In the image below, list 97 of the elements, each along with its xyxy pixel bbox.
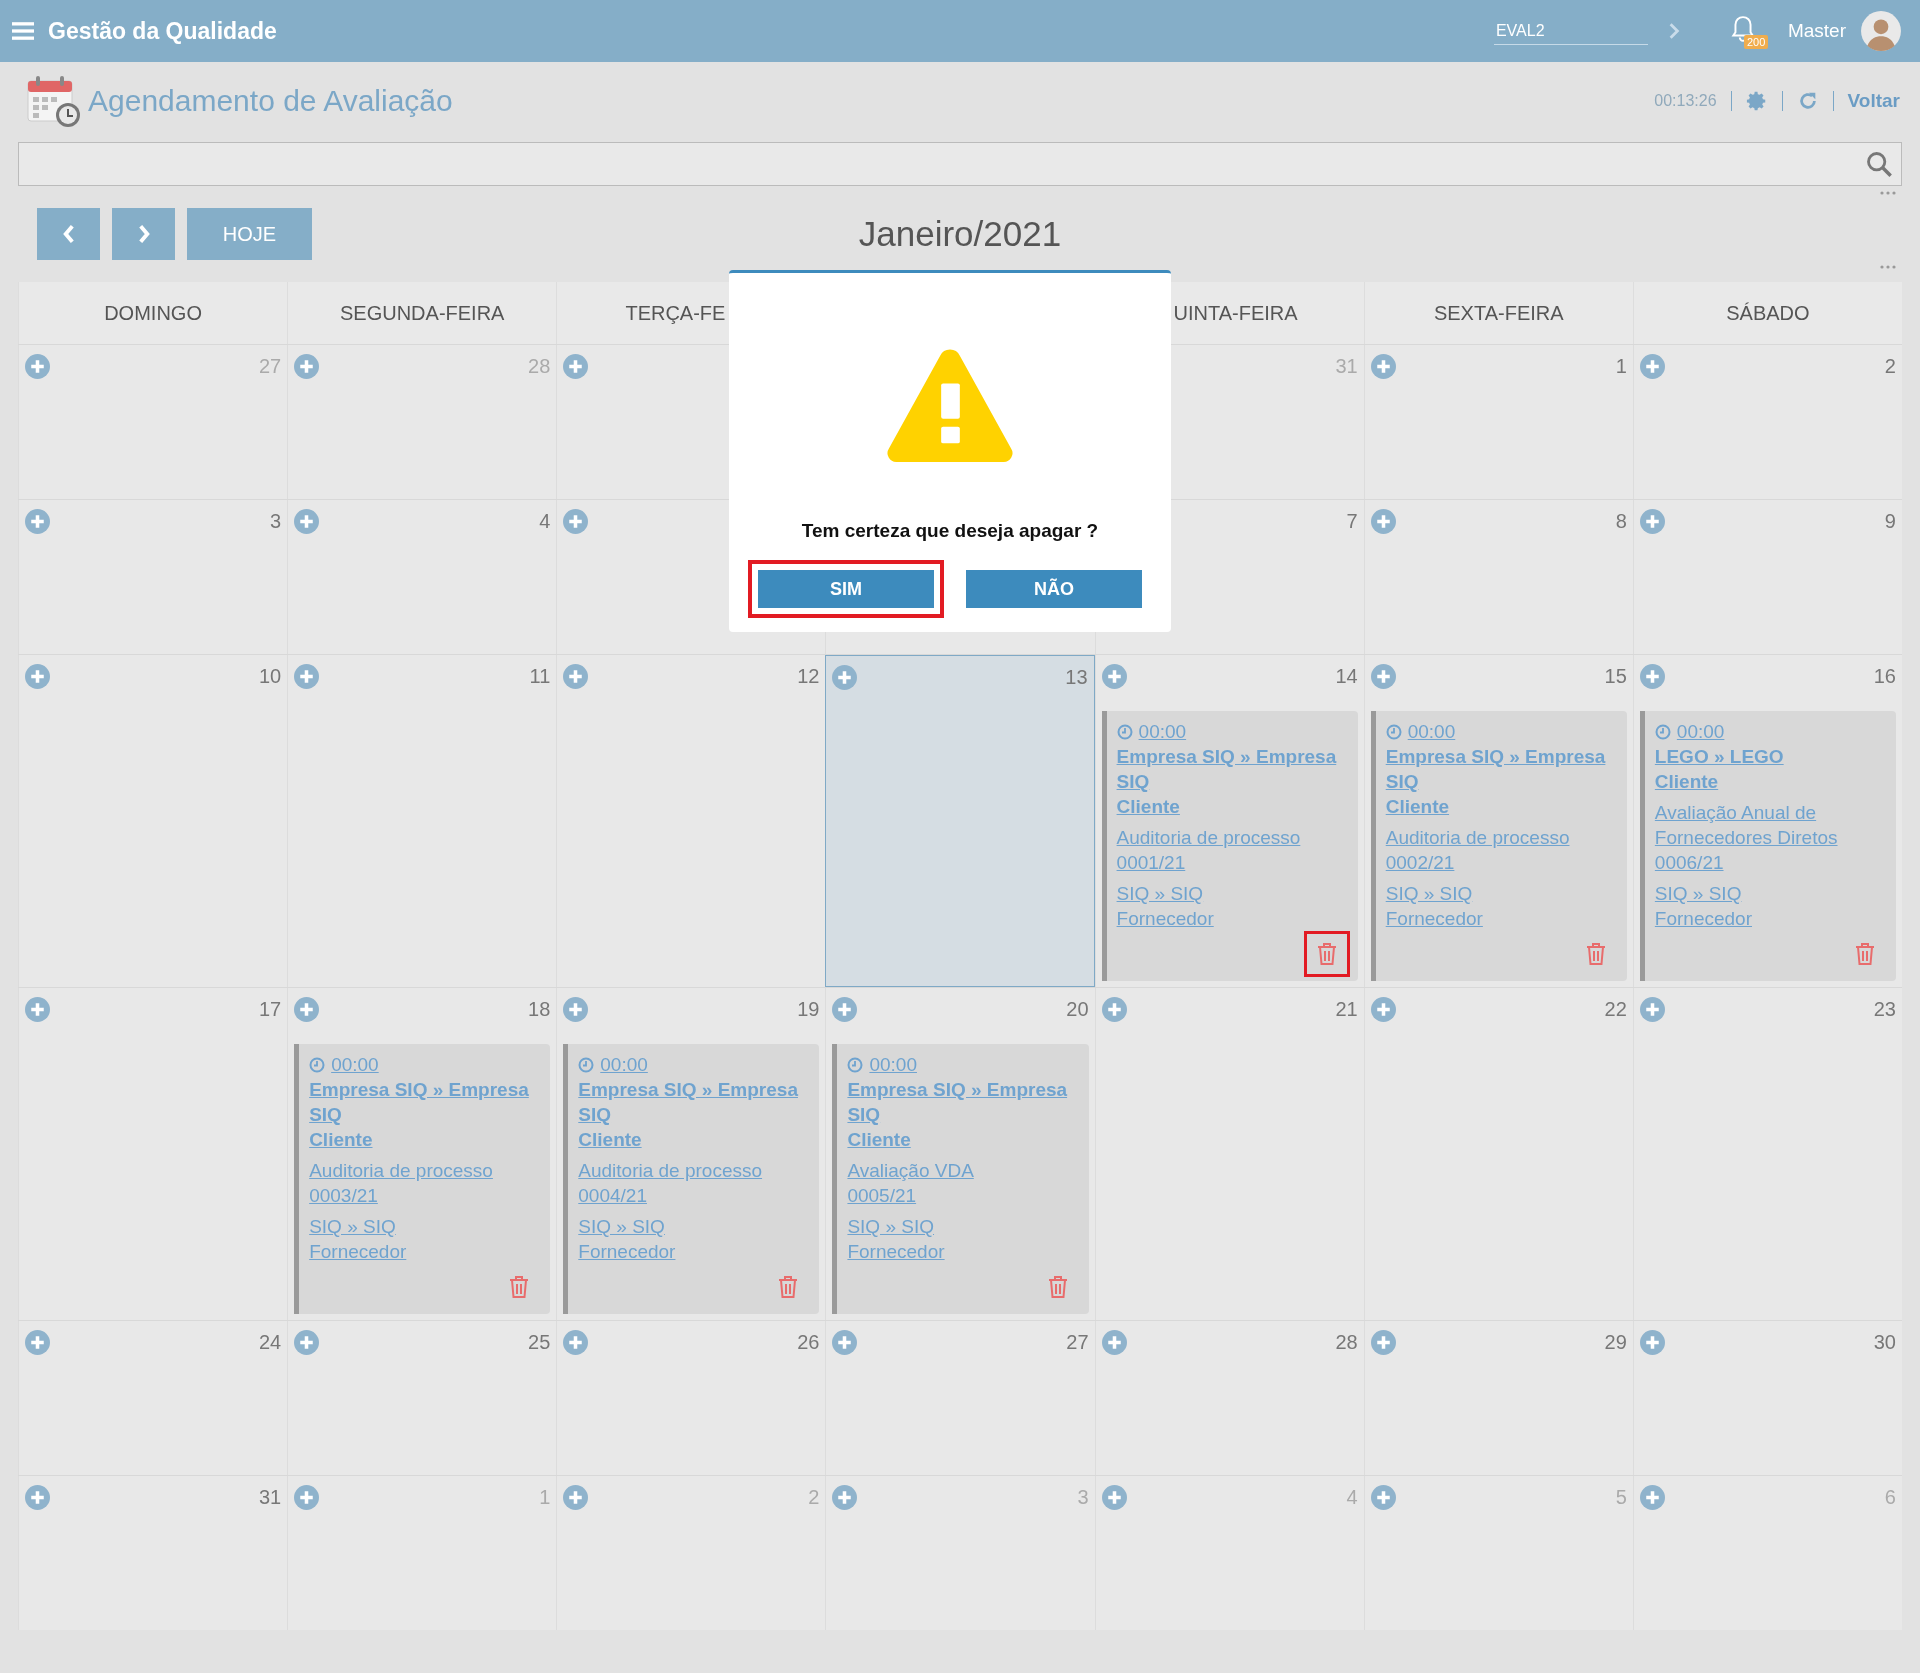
evaluation-code-link[interactable]: 0006/21 [1654,850,1888,875]
day-number: 14 [1335,664,1358,688]
day-number: 27 [1066,1330,1089,1354]
evaluation-link[interactable]: Avaliação VDA [847,1158,1081,1183]
weekday-header: SEXTA-FEIRA [1433,301,1564,325]
supplier-link[interactable]: SIQ » SIQ [1385,881,1619,906]
weekday-header: SEGUNDA-FEIRA [339,301,505,325]
day-number: 29 [1604,1330,1627,1354]
day-number: 1 [539,1485,551,1509]
day-number: 23 [1873,997,1896,1021]
app-title: Gestão da Qualidade [48,17,277,45]
company-type-link[interactable]: Cliente [1116,794,1350,819]
confirm-button[interactable]: SIM [748,560,944,618]
company-type-link[interactable]: Cliente [309,1127,543,1152]
supplier-link[interactable]: SIQ » SIQ [1116,881,1350,906]
confirm-message: Tem certeza que deseja apagar ? [801,520,1099,542]
evaluation-link[interactable]: Avaliação Anual de Fornecedores Diretos [1654,800,1888,850]
day-number: 10 [258,664,282,688]
today-button[interactable]: HOJE [187,208,312,260]
supplier-type-link[interactable]: Fornecedor [1116,906,1350,931]
evaluation-code-link[interactable]: 0003/21 [309,1183,543,1208]
company-type-link[interactable]: Cliente [847,1127,1081,1152]
day-number: 16 [1873,664,1896,688]
supplier-link[interactable]: SIQ » SIQ [847,1214,1081,1239]
company-link[interactable]: Empresa SIQ » Empresa SIQ [309,1077,543,1127]
event-time-link[interactable]: 00:00 [1138,719,1187,744]
day-number: 4 [539,509,551,533]
day-number: 8 [1615,509,1627,533]
session-timer: 00:13:26 [1654,92,1717,110]
day-number: 28 [528,354,551,378]
supplier-type-link[interactable]: Fornecedor [1654,906,1888,931]
evaluation-code-link[interactable]: 0005/21 [847,1183,1081,1208]
day-number: 31 [1335,354,1358,378]
day-number: 6 [1884,1485,1896,1509]
supplier-link[interactable]: SIQ » SIQ [309,1214,543,1239]
day-number: 31 [258,1485,282,1509]
evaluation-link[interactable]: Auditoria de processo [1385,825,1619,850]
user-name[interactable]: Master [1787,20,1846,42]
company-type-link[interactable]: Cliente [1654,769,1888,794]
evaluation-code-link[interactable]: 0004/21 [578,1183,812,1208]
day-number: 12 [797,664,820,688]
day-number: 22 [1604,997,1627,1021]
day-number: 2 [808,1485,820,1509]
day-number: 2 [1884,354,1896,378]
day-number: 4 [1346,1485,1358,1509]
back-link[interactable]: Voltar [1847,90,1900,112]
weekday-header: DOMINGO [104,301,202,325]
company-type-link[interactable]: Cliente [1385,794,1619,819]
day-number: 28 [1335,1330,1358,1354]
evaluation-link[interactable]: Auditoria de processo [309,1158,543,1183]
page-title: Agendamento de Avaliação [88,84,453,118]
weekday-header: SÁBADO [1726,301,1810,325]
month-title: Janeiro/2021 [857,214,1063,254]
company-link[interactable]: Empresa SIQ » Empresa SIQ [1116,744,1350,794]
day-number: 19 [797,997,820,1021]
company-type-link[interactable]: Cliente [578,1127,812,1152]
day-number: 30 [1873,1330,1896,1354]
day-number: 13 [1065,665,1088,689]
event-time-link[interactable]: 00:00 [331,1052,379,1077]
day-number: 26 [797,1330,820,1354]
day-number: 3 [1077,1485,1089,1509]
day-number: 27 [258,354,282,378]
supplier-type-link[interactable]: Fornecedor [847,1239,1081,1264]
environment-field[interactable]: EVAL2 [1493,17,1648,45]
weekday-header: TERÇA-FE [625,301,726,325]
day-number: 1 [1615,354,1627,378]
evaluation-link[interactable]: Auditoria de processo [578,1158,812,1183]
evaluation-code-link[interactable]: 0002/21 [1385,850,1619,875]
supplier-type-link[interactable]: Fornecedor [1385,906,1619,931]
company-link[interactable]: LEGO » LEGO [1654,744,1888,769]
day-number: 11 [529,664,551,688]
supplier-type-link[interactable]: Fornecedor [309,1239,543,1264]
supplier-link[interactable]: SIQ » SIQ [1654,881,1888,906]
day-number: 17 [258,997,282,1021]
supplier-link[interactable]: SIQ » SIQ [578,1214,812,1239]
company-link[interactable]: Empresa SIQ » Empresa SIQ [578,1077,812,1127]
supplier-type-link[interactable]: Fornecedor [578,1239,812,1264]
event-time-link[interactable]: 00:00 [869,1052,917,1077]
notification-badge: 200 [1743,35,1769,49]
day-number: 5 [1615,1485,1627,1509]
evaluation-code-link[interactable]: 0001/21 [1116,850,1350,875]
day-number: 25 [528,1330,551,1354]
company-link[interactable]: Empresa SIQ » Empresa SIQ [1385,744,1619,794]
day-number: 20 [1066,997,1089,1021]
event-time-link[interactable]: 00:00 [1407,719,1456,744]
event-time-link[interactable]: 00:00 [1676,719,1725,744]
day-number: 21 [1335,997,1358,1021]
day-number: 9 [1884,509,1896,533]
company-link[interactable]: Empresa SIQ » Empresa SIQ [847,1077,1081,1127]
day-number: 3 [270,509,282,533]
day-number: 24 [258,1330,282,1354]
day-number: 15 [1604,664,1627,688]
day-number: 7 [1346,509,1358,533]
event-time-link[interactable]: 00:00 [600,1052,648,1077]
evaluation-link[interactable]: Auditoria de processo [1116,825,1350,850]
weekday-header: UINTA-FEIRA [1173,301,1298,325]
day-number: 18 [528,997,551,1021]
